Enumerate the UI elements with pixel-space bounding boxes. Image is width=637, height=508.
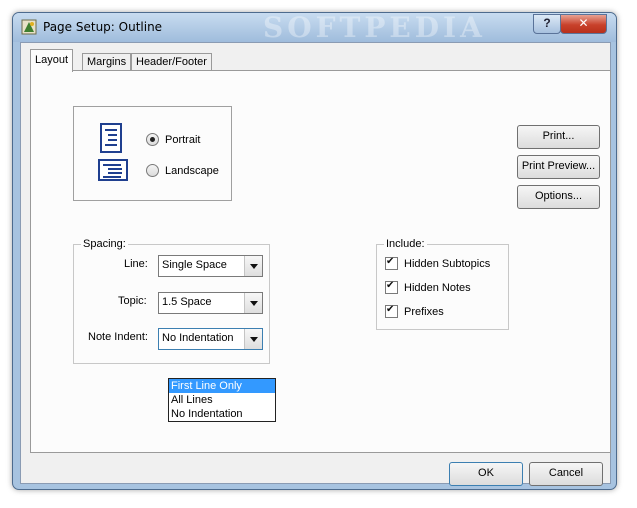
ok-button[interactable]: OK (449, 462, 523, 486)
portrait-radio[interactable]: Portrait (146, 133, 200, 146)
topic-spacing-select[interactable]: 1.5 Space (158, 292, 263, 314)
checkbox-label: Hidden Notes (404, 281, 471, 294)
portrait-radio-dot[interactable] (146, 133, 159, 146)
landscape-label: Landscape (165, 164, 219, 177)
page-setup-window: Page Setup: Outline SOFTPEDIA ? ✕ Layout… (12, 11, 617, 490)
cancel-button[interactable]: Cancel (529, 462, 603, 486)
help-button[interactable]: ? (533, 14, 561, 34)
spacing-title: Spacing: (81, 238, 128, 250)
tab-layout[interactable]: Layout (30, 49, 74, 72)
include-title: Include: (384, 238, 427, 250)
portrait-page-icon (100, 123, 122, 153)
tab-margins[interactable]: Margins (82, 53, 132, 71)
checkbox-label: Prefixes (404, 305, 444, 318)
prefixes-checkbox[interactable]: Prefixes (385, 304, 444, 318)
line-spacing-select[interactable]: Single Space (158, 255, 263, 277)
print-preview-button[interactable]: Print Preview... (517, 155, 600, 179)
topic-label: Topic: (118, 295, 147, 307)
landscape-page-icon (98, 159, 128, 181)
note-indent-value: No Indentation (162, 332, 234, 344)
dropdown-option[interactable]: First Line Only (169, 379, 275, 393)
landscape-radio-dot[interactable] (146, 164, 159, 177)
hidden-subtopics-checkbox[interactable]: Hidden Subtopics (385, 256, 491, 270)
landscape-radio[interactable]: Landscape (146, 164, 219, 177)
chevron-down-icon[interactable] (244, 293, 262, 313)
app-icon (21, 19, 37, 35)
hidden-notes-checkbox[interactable]: Hidden Notes (385, 280, 471, 294)
options-button[interactable]: Options... (517, 185, 600, 209)
note-indent-dropdown: First Line Only All Lines No Indentation (168, 378, 276, 422)
checkbox-box[interactable] (385, 304, 398, 318)
dropdown-option[interactable]: All Lines (169, 393, 275, 407)
portrait-label: Portrait (165, 133, 201, 146)
layout-tab-page: Portrait Landscape Print... Print Previe… (30, 70, 611, 453)
checkbox-label: Hidden Subtopics (404, 257, 491, 270)
window-title: Page Setup: Outline (43, 20, 163, 34)
checkbox-box[interactable] (385, 256, 398, 270)
note-indent-select[interactable]: No Indentation (158, 328, 263, 350)
note-indent-label: Note Indent: (88, 331, 148, 343)
tab-header-footer[interactable]: Header/Footer (131, 53, 212, 71)
title-bar[interactable]: Page Setup: Outline SOFTPEDIA ? ✕ (13, 11, 616, 44)
print-button[interactable]: Print... (517, 125, 600, 149)
close-button[interactable]: ✕ (560, 14, 607, 34)
watermark: SOFTPEDIA (263, 11, 486, 44)
chevron-down-icon[interactable] (244, 256, 262, 276)
line-label: Line: (124, 258, 148, 270)
line-spacing-value: Single Space (162, 259, 227, 271)
checkbox-box[interactable] (385, 280, 398, 294)
orientation-box: Portrait Landscape (73, 106, 232, 201)
chevron-down-icon[interactable] (244, 329, 262, 349)
dialog-client: Layout Margins Header/Footer Portrait La… (20, 42, 611, 486)
topic-spacing-value: 1.5 Space (162, 296, 212, 308)
dropdown-option[interactable]: No Indentation (169, 407, 275, 421)
